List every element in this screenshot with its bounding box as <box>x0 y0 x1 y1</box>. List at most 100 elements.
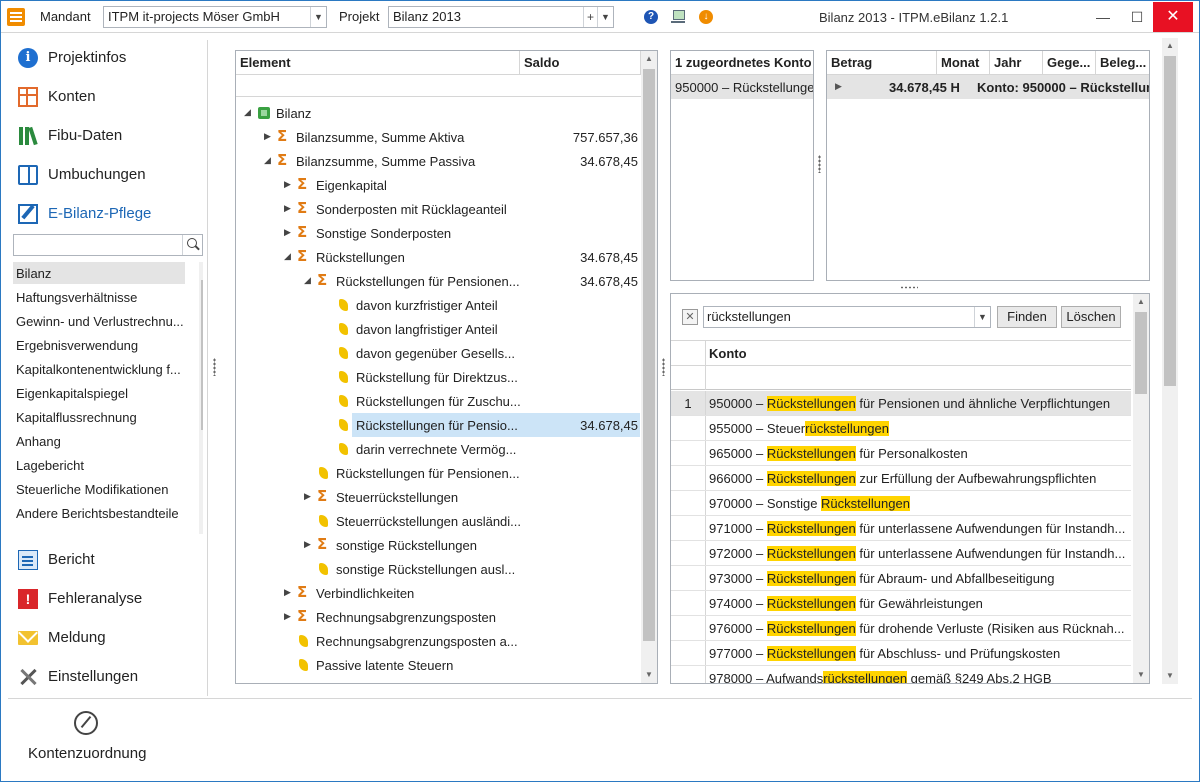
nav-item-bericht[interactable]: Bericht <box>16 546 206 574</box>
chevron-down-icon[interactable]: ▼ <box>1162 668 1178 684</box>
chevron-up-icon[interactable]: ▲ <box>199 262 203 278</box>
clear-button[interactable]: Löschen <box>1061 306 1121 328</box>
list-item[interactable]: Anhang <box>13 430 185 452</box>
table-row[interactable]: 970000 – Sonstige Rückstellungen <box>671 491 1131 516</box>
column-header-element[interactable]: Element <box>236 51 520 75</box>
column-header-jahr[interactable]: Jahr <box>990 51 1043 75</box>
column-header-gegenkonto[interactable]: Gege... <box>1043 51 1096 75</box>
result-filter-row[interactable] <box>671 366 1131 390</box>
splitter-handle[interactable] <box>662 358 665 376</box>
tree-row[interactable]: ▶ Σ Sonderposten mit Rücklageanteil <box>236 197 640 221</box>
chevron-down-icon[interactable]: ▼ <box>974 307 990 327</box>
tree-row[interactable]: Steuerrückstellungen ausländi... <box>236 509 640 533</box>
column-header-monat[interactable]: Monat <box>937 51 990 75</box>
result-scrollbar[interactable]: ▲ ▼ <box>1133 294 1149 683</box>
scrollbar-thumb[interactable] <box>643 69 655 641</box>
tree-row[interactable]: davon langfristiger Anteil <box>236 317 640 341</box>
list-item[interactable]: Steuerliche Modifikationen <box>13 478 185 500</box>
chevron-up-icon[interactable]: ▲ <box>1133 294 1149 310</box>
table-row[interactable]: 972000 – Rückstellungen für unterlassene… <box>671 541 1131 566</box>
list-item[interactable]: Kapitalkontenentwicklung f... <box>13 358 185 380</box>
list-item[interactable]: Kapitalflussrechnung <box>13 406 185 428</box>
network-icon[interactable] <box>671 10 685 24</box>
chevron-down-icon[interactable]: ▼ <box>641 667 657 683</box>
list-item[interactable]: Eigenkapitalspiegel <box>13 382 185 404</box>
list-item[interactable]: Lagebericht <box>13 454 185 476</box>
table-row[interactable]: 973000 – Rückstellungen für Abraum- und … <box>671 566 1131 591</box>
scrollbar-thumb[interactable] <box>1164 56 1176 386</box>
search-icon[interactable] <box>182 235 202 255</box>
projekt-select[interactable]: Bilanz 2013 + ▼ <box>388 6 614 28</box>
collapse-icon[interactable]: ◢ <box>244 108 252 117</box>
table-row[interactable]: 971000 – Rückstellungen für unterlassene… <box>671 516 1131 541</box>
column-header-beleg[interactable]: Beleg... <box>1096 51 1149 75</box>
list-item[interactable]: Andere Berichtsbestandteile <box>13 502 185 524</box>
expand-icon[interactable]: ▶ <box>835 81 842 92</box>
expand-icon[interactable]: ▶ <box>284 204 292 213</box>
main-scrollbar[interactable]: ▲ ▼ <box>1162 38 1178 684</box>
tree-row[interactable]: Passive latente Steuern <box>236 653 640 677</box>
tree-row[interactable]: ▶ Σ Bilanzsumme, Summe Aktiva 757.657,36 <box>236 125 640 149</box>
chevron-up-icon[interactable]: ▲ <box>641 51 657 67</box>
nav-item-meldung[interactable]: Meldung <box>16 624 206 652</box>
tree-row[interactable]: ▶ Σ Verbindlichkeiten <box>236 581 640 605</box>
tree-row[interactable]: ▶ Σsonstige Rückstellungen <box>236 533 640 557</box>
list-scrollbar[interactable]: ▲ ▼ <box>199 262 203 534</box>
splitter-handle[interactable] <box>213 358 216 376</box>
expand-icon[interactable]: ▶ <box>284 588 292 597</box>
assigned-konto-row[interactable]: 950000 – Rückstellungen... <box>671 75 813 99</box>
nav-item-einstellungen[interactable]: Einstellungen <box>16 663 206 691</box>
table-row[interactable]: 1 950000 – Rückstellungen für Pensionen u… <box>671 391 1131 416</box>
minimize-button[interactable]: — <box>1085 2 1121 32</box>
nav-item-projektinfos[interactable]: i Projektinfos <box>16 44 206 72</box>
splitter-handle[interactable] <box>818 155 821 173</box>
tree-row[interactable]: davon gegenüber Gesells... <box>236 341 640 365</box>
expand-icon[interactable]: ▶ <box>304 540 312 549</box>
tree-row[interactable]: Rückstellungen für Pensionen... <box>236 461 640 485</box>
tree-row[interactable]: ▶ Σ Steuerrückstellungen <box>236 485 640 509</box>
tree-row[interactable]: Rückstellung für Direktzus... <box>236 365 640 389</box>
kontenzuordnung-button[interactable]: Kontenzuordnung <box>28 745 146 762</box>
plus-icon[interactable]: + <box>583 7 597 27</box>
collapse-icon[interactable]: ◢ <box>284 252 292 261</box>
chevron-up-icon[interactable]: ▲ <box>1162 38 1178 54</box>
nav-item-e-bilanz-pflege[interactable]: E-Bilanz-Pflege <box>16 200 206 228</box>
expand-icon[interactable]: ▶ <box>304 492 312 501</box>
column-header-konto[interactable]: Konto <box>709 346 747 361</box>
tree-row[interactable]: Rechnungsabgrenzungsposten a... <box>236 629 640 653</box>
expand-icon[interactable]: ▶ <box>284 228 292 237</box>
tree-row[interactable]: ◢ Σ Rückstellungen für Pensionen... 34.678,… <box>236 269 640 293</box>
nav-search-input[interactable] <box>13 234 203 256</box>
tree-row[interactable]: davon kurzfristiger Anteil <box>236 293 640 317</box>
tree-row[interactable]: ▶ Σ Sonstige Sonderposten <box>236 221 640 245</box>
table-row[interactable]: 976000 – Rückstellungen für drohende Ver… <box>671 616 1131 641</box>
tree-filter-row[interactable] <box>236 75 641 97</box>
nav-item-fehleranalyse[interactable]: Fehleranalyse <box>16 585 206 613</box>
nav-item-konten[interactable]: Konten <box>16 83 206 111</box>
table-row[interactable]: 966000 – Rückstellungen zur Erfüllung de… <box>671 466 1131 491</box>
list-item[interactable]: Haftungsverhältnisse <box>13 286 185 308</box>
column-header-betrag[interactable]: Betrag <box>827 51 937 75</box>
tree-row[interactable]: ▶ Σ Eigenkapital <box>236 173 640 197</box>
tree-scrollbar[interactable]: ▲ ▼ <box>641 51 657 683</box>
tree-row[interactable]: ▶ Σ Rechnungsabgrenzungsposten <box>236 605 640 629</box>
column-header-saldo[interactable]: Saldo <box>520 51 641 75</box>
close-button[interactable]: ✕ <box>1153 2 1193 32</box>
table-row[interactable]: 978000 – Aufwandsrückstellungen gemäß §2… <box>671 666 1131 683</box>
tree-row[interactable]: ◢ Bilanz <box>236 101 640 125</box>
expand-icon[interactable]: ▶ <box>264 132 272 141</box>
mandant-select[interactable]: ITPM it-projects Möser GmbH ▼ <box>103 6 327 28</box>
chevron-down-icon[interactable]: ▼ <box>597 7 613 27</box>
tree-row[interactable]: sonstige Rückstellungen ausl... <box>236 557 640 581</box>
nav-item-fibu-daten[interactable]: Fibu-Daten <box>16 122 206 150</box>
list-item[interactable]: Gewinn- und Verlustrechnu... <box>13 310 185 332</box>
tree-row[interactable]: ◢ Σ Bilanzsumme, Summe Passiva 34.678,45 <box>236 149 640 173</box>
tree-row[interactable]: Rückstellungen für Zuschu... <box>236 389 640 413</box>
collapse-icon[interactable]: ◢ <box>264 156 272 165</box>
collapse-icon[interactable]: ◢ <box>304 276 312 285</box>
close-icon[interactable]: ✕ <box>682 309 698 325</box>
chevron-down-icon[interactable]: ▼ <box>199 518 203 534</box>
booking-row[interactable]: ▶ 34.678,45 H Konto: 950000 – Rückstellu… <box>827 75 1149 99</box>
table-row[interactable]: 955000 – Steuerrückstellungen <box>671 416 1131 441</box>
tree-row[interactable]: darin verrechnete Vermög... <box>236 437 640 461</box>
